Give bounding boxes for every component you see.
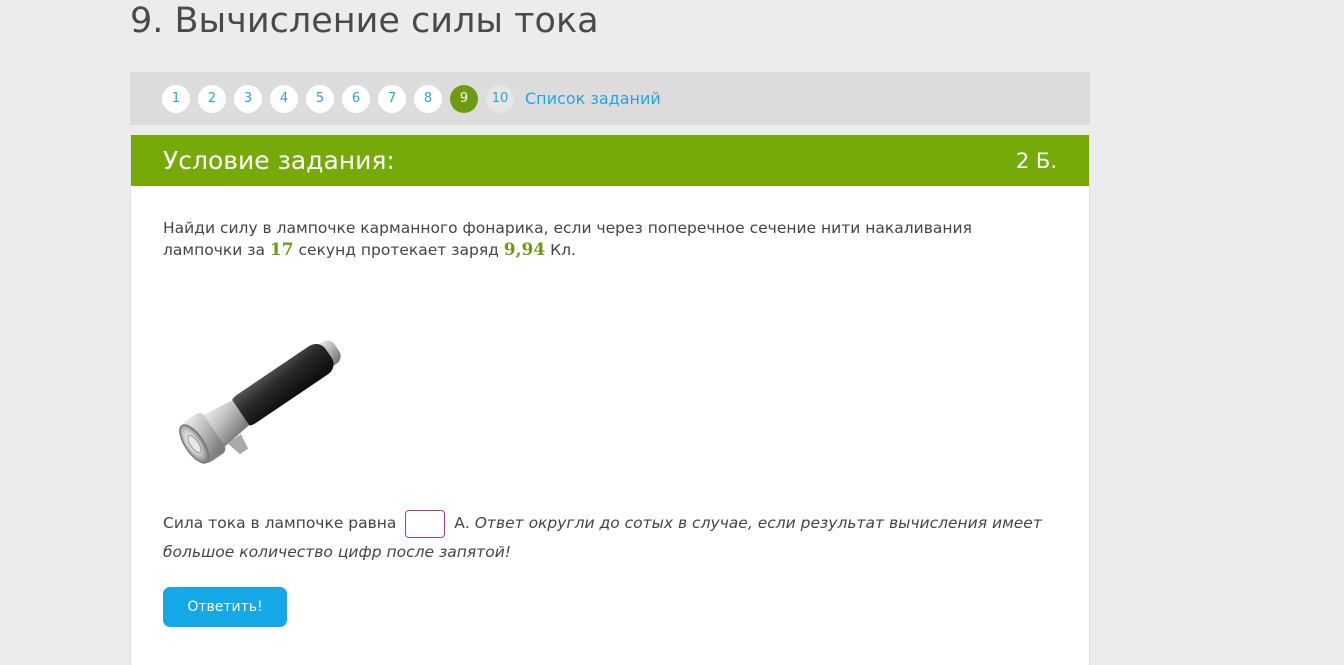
question-text: Найди силу в лампочке карманного фонарик… [163, 217, 1053, 261]
task-card: Условие задания: 2 Б. Найди силу в лампо… [130, 135, 1090, 665]
task-card-header: Условие задания: 2 Б. [131, 135, 1089, 186]
pager-item-1[interactable]: 1 [162, 84, 190, 113]
question-part-2: секунд протекает заряд [293, 241, 504, 259]
submit-answer-button[interactable]: Ответить! [163, 587, 287, 627]
page-title: 9. Вычисление силы тока [130, 1, 599, 41]
answer-prefix: Сила тока в лампочке равна [163, 514, 402, 532]
pager-item-8[interactable]: 8 [414, 84, 442, 113]
pager-item-7[interactable]: 7 [378, 84, 406, 113]
pager-item-4[interactable]: 4 [270, 84, 298, 113]
pager-item-9-active[interactable]: 9 [450, 84, 478, 113]
task-pager: 1 2 3 4 5 6 7 8 9 10 Список заданий [130, 72, 1090, 125]
time-value: 17 [269, 240, 294, 260]
task-points: 2 Б. [1015, 148, 1057, 173]
pager-items: 1 2 3 4 5 6 7 8 9 10 [162, 84, 522, 113]
charge-value: 9,94 [503, 240, 546, 260]
question-part-3: Кл. [545, 241, 576, 259]
pager-item-10[interactable]: 10 [486, 84, 514, 113]
task-list-link[interactable]: Список заданий [525, 89, 661, 108]
flashlight-icon [164, 327, 362, 465]
current-answer-input[interactable] [405, 509, 446, 538]
task-card-title: Условие задания: [163, 146, 395, 175]
pager-item-6[interactable]: 6 [342, 84, 370, 113]
pager-item-3[interactable]: 3 [234, 84, 262, 113]
answer-unit: А. [449, 514, 475, 532]
pager-item-5[interactable]: 5 [306, 84, 334, 113]
answer-line: Сила тока в лампочке равна А. Ответ окру… [163, 509, 1043, 566]
pager-item-2[interactable]: 2 [198, 84, 226, 113]
